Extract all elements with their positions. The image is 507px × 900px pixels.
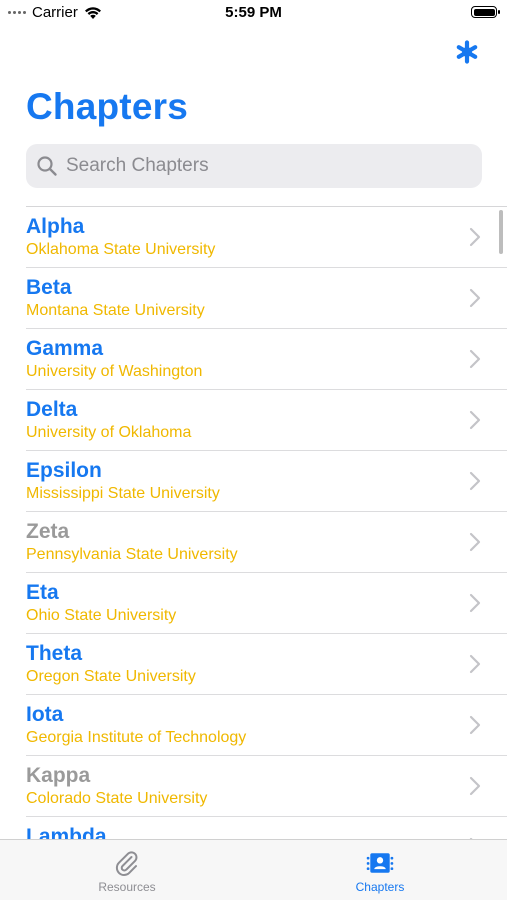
status-time: 5:59 PM [225,4,282,21]
page-title: Chapters [26,86,188,127]
chapter-school: University of Washington [26,363,203,380]
paperclip-icon [115,851,138,876]
battery-icon [471,6,500,18]
chevron-right-icon [469,776,481,796]
chapter-school: Oklahoma State University [26,241,216,258]
chapter-row[interactable]: Theta Oregon State University [26,634,507,695]
chapter-school: Mississippi State University [26,485,220,502]
chapter-row[interactable]: Beta Montana State University [26,268,507,329]
chevron-right-icon [469,410,481,430]
chapter-name: Epsilon [26,459,102,482]
chapter-school: Oregon State University [26,668,196,685]
chapter-row[interactable]: Lambda [26,817,507,840]
contacts-icon [366,853,394,873]
chapter-name: Theta [26,642,83,665]
chapter-row[interactable]: Delta University of Oklahoma [26,390,507,451]
chapter-name: Gamma [26,337,104,360]
chapter-list[interactable]: Alpha Oklahoma State University Beta Montan… [0,207,507,840]
tab-resources-label: Resources [98,880,156,894]
chapter-name: Beta [26,276,72,299]
chapter-name: Iota [26,703,64,726]
chapter-name: Alpha [26,215,85,238]
tab-chapters-label: Chapters [355,880,405,894]
scroll-indicator[interactable] [499,210,503,254]
tab-resources[interactable]: Resources [57,848,197,894]
chapter-row[interactable]: Gamma University of Washington [26,329,507,390]
tab-bar: Resources Chapters [0,839,507,900]
chapter-school: Ohio State University [26,607,177,624]
chapter-name: Delta [26,398,78,421]
chapter-name: Zeta [26,520,70,543]
tab-chapters[interactable]: Chapters [310,848,450,894]
chapter-name: Lambda [26,825,107,840]
chapter-school: Georgia Institute of Technology [26,729,247,746]
chevron-right-icon [469,349,481,369]
search-bar[interactable] [26,144,482,188]
chevron-right-icon [469,593,481,613]
chevron-right-icon [469,654,481,674]
search-icon [37,156,57,176]
status-bar: Carrier 5:59 PM [0,0,507,28]
search-input[interactable] [64,154,468,178]
chevron-right-icon [469,288,481,308]
chapter-row[interactable]: Kappa Colorado State University [26,756,507,817]
chapter-school: University of Oklahoma [26,424,192,441]
battery-fill [473,8,495,16]
chapter-row[interactable]: Zeta Pennsylvania State University [26,512,507,573]
chapter-name: Eta [26,581,59,604]
chapter-school: Montana State University [26,302,205,319]
chapter-row[interactable]: Iota Georgia Institute of Technology [26,695,507,756]
chapter-school: Pennsylvania State University [26,546,238,563]
chevron-right-icon [469,715,481,735]
chapter-name: Kappa [26,764,91,787]
chapter-row[interactable]: Epsilon Mississippi State University [26,451,507,512]
chapter-row[interactable]: Alpha Oklahoma State University [26,207,507,268]
chapter-school: Colorado State University [26,790,208,807]
chevron-right-icon [469,532,481,552]
chapter-row[interactable]: Eta Ohio State University [26,573,507,634]
chevron-right-icon [469,227,481,247]
chevron-right-icon [469,471,481,491]
asterisk-icon[interactable] [455,40,479,64]
screen: Carrier 5:59 PM Chapters Alpha Oklahoma S… [0,0,507,900]
